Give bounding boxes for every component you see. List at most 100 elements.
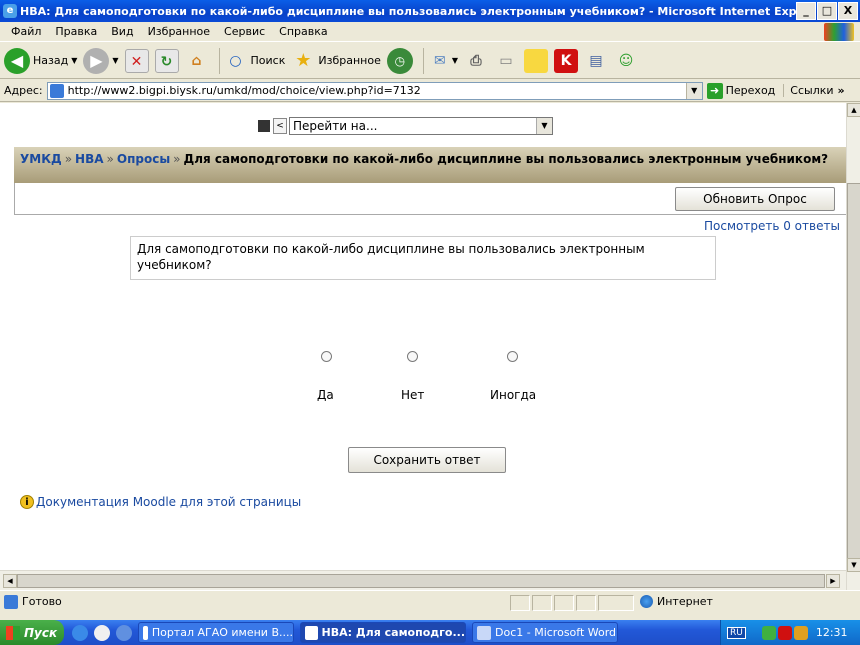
go-button[interactable]: ➜ Переход	[706, 82, 776, 99]
research-button[interactable]: ▤	[584, 49, 608, 73]
print-icon: ⎙	[470, 52, 482, 69]
menu-favorites[interactable]: Избранное	[141, 25, 217, 38]
home-button[interactable]: ⌂	[185, 49, 209, 73]
kaspersky-tray-icon[interactable]	[777, 625, 792, 640]
task-nva[interactable]: НВА: Для самоподго...	[300, 622, 466, 643]
back-button[interactable]: ◀ Назад ▼	[4, 47, 77, 74]
breadcrumb-surveys[interactable]: Опросы	[117, 152, 170, 166]
kaspersky-button[interactable]: K	[554, 48, 578, 73]
scroll-right-icon[interactable]: ▶	[826, 574, 840, 588]
scroll-up-icon[interactable]: ▲	[847, 103, 860, 117]
kaspersky-icon: K	[554, 48, 578, 73]
task-label: НВА: Для самоподго...	[321, 626, 465, 639]
horizontal-scroll-thumb[interactable]	[17, 574, 825, 588]
update-survey-button[interactable]: Обновить Опрос	[675, 187, 835, 211]
scroll-down-icon[interactable]: ▼	[847, 558, 860, 572]
favorites-button[interactable]: ★ Избранное	[291, 49, 381, 73]
stop-button[interactable]: ✕	[124, 48, 149, 73]
breadcrumb-nva[interactable]: НВА	[75, 152, 103, 166]
task-portal[interactable]: Портал АГАО имени В....	[138, 622, 294, 643]
notes-icon	[524, 48, 548, 73]
toolbar-separator	[218, 47, 220, 74]
print-button[interactable]: ⎙	[464, 49, 488, 73]
menu-tools[interactable]: Сервис	[217, 25, 272, 38]
go-arrow-icon: ➜	[706, 82, 723, 99]
address-dropdown-icon[interactable]: ▼	[685, 82, 702, 99]
back-dropdown-icon[interactable]: ▼	[71, 56, 77, 65]
vertical-scrollbar[interactable]: ▲ ▼	[846, 103, 860, 590]
vertical-scroll-thumb[interactable]	[847, 183, 860, 569]
refresh-icon: ↻	[154, 48, 179, 73]
status-bar: Готово Интернет	[0, 590, 860, 612]
title-bar: e НВА: Для самоподготовки по какой-либо …	[0, 0, 860, 22]
breadcrumb-current: Для самоподготовки по какой-либо дисципл…	[183, 152, 829, 166]
horizontal-scrollbar[interactable]: ◀ ▶	[0, 570, 846, 590]
question-text: Для самоподготовки по какой-либо дисципл…	[130, 236, 716, 280]
mail-button[interactable]: ✉ ▼	[428, 49, 458, 73]
start-button[interactable]: Пуск	[0, 620, 64, 645]
stop-icon: ✕	[124, 48, 149, 73]
history-button[interactable]: ◷	[386, 47, 413, 74]
option-sometimes-radio[interactable]	[507, 351, 518, 362]
home-icon: ⌂	[191, 52, 202, 69]
research-icon: ▤	[589, 52, 603, 69]
refresh-button[interactable]: ↻	[154, 48, 179, 73]
links-button[interactable]: Ссылки	[783, 84, 834, 97]
menu-edit[interactable]: Правка	[48, 25, 104, 38]
ie-quicklaunch-icon[interactable]	[72, 624, 88, 641]
task-word[interactable]: Doc1 - Microsoft Word	[472, 622, 618, 643]
menu-view[interactable]: Вид	[104, 25, 140, 38]
minimize-button[interactable]: _	[796, 2, 816, 20]
breadcrumb-umkd[interactable]: УМКД	[20, 152, 62, 166]
moodle-docs-link[interactable]: Документация Moodle для этой страницы	[36, 495, 301, 509]
breadcrumb: УМКД» НВА» Опросы» Для самоподготовки по ка…	[14, 147, 846, 183]
search-button[interactable]: ○ Поиск	[224, 49, 285, 73]
ie-quicklaunch-icon[interactable]	[116, 624, 132, 641]
forward-button[interactable]: ▶ ▼	[83, 47, 119, 74]
task-label: Портал АГАО имени В....	[151, 626, 293, 639]
page-icon	[49, 83, 64, 98]
status-text: Готово	[22, 595, 62, 608]
jump-nav: < Перейти на... ▼	[258, 117, 553, 135]
tray-app-icon[interactable]	[793, 625, 808, 640]
save-answer-button[interactable]: Сохранить ответ	[348, 447, 506, 473]
messenger-icon: ☺	[618, 52, 634, 69]
go-label: Переход	[725, 84, 776, 97]
forward-dropdown-icon[interactable]: ▼	[112, 56, 118, 65]
language-indicator[interactable]: RU	[727, 626, 746, 639]
quick-launch	[72, 624, 132, 641]
jump-prev-button[interactable]: <	[273, 118, 287, 134]
chevron-right-icon[interactable]: »	[838, 84, 845, 97]
network-icon[interactable]	[761, 625, 776, 640]
ie-icon: e	[3, 4, 17, 18]
breadcrumb-sep: »	[106, 152, 114, 166]
status-page-icon	[4, 594, 18, 609]
task-label: Doc1 - Microsoft Word	[495, 626, 617, 639]
option-yes-radio[interactable]	[321, 351, 332, 362]
word-task-icon	[477, 625, 491, 640]
toolbar-separator	[422, 47, 424, 74]
back-label: Назад	[33, 54, 69, 67]
address-bar: Адрес: http://www2.bigpi.biysk.ru/umkd/m…	[0, 80, 860, 102]
jump-select-value: Перейти на...	[293, 119, 378, 133]
mail-dropdown-icon[interactable]: ▼	[452, 56, 458, 65]
menu-file[interactable]: Файл	[4, 25, 48, 38]
view-answers-link[interactable]: Посмотреть 0 ответы	[704, 219, 840, 233]
jump-select[interactable]: Перейти на... ▼	[289, 117, 553, 135]
internet-globe-icon	[640, 595, 653, 608]
messenger-button[interactable]: ☺	[614, 49, 638, 73]
maximize-button[interactable]: □	[817, 2, 837, 20]
search-icon: ○	[229, 52, 242, 69]
option-no-radio[interactable]	[407, 351, 418, 362]
menu-help[interactable]: Справка	[272, 25, 334, 38]
close-button[interactable]: X	[838, 2, 858, 20]
scroll-left-icon[interactable]: ◀	[3, 574, 17, 588]
security-zone: Интернет	[640, 595, 713, 608]
address-input[interactable]: http://www2.bigpi.biysk.ru/umkd/mod/choi…	[46, 81, 703, 100]
edit-button[interactable]: ▭	[494, 49, 518, 73]
notes-button[interactable]	[524, 48, 548, 73]
media-player-icon[interactable]	[94, 624, 110, 641]
status-panel	[554, 595, 574, 611]
status-panel	[598, 595, 634, 611]
breadcrumb-sep: »	[173, 152, 181, 166]
